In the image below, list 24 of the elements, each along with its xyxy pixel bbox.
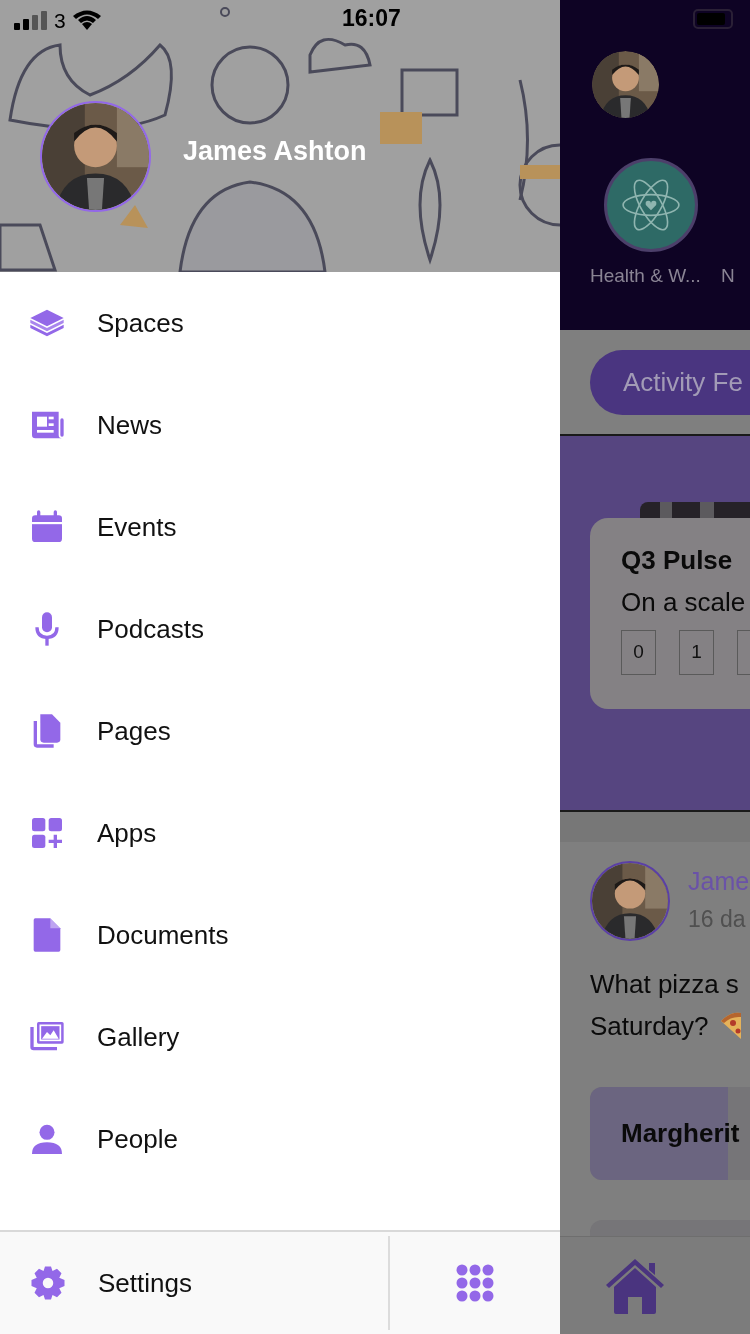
menu-item[interactable]: Spaces — [0, 272, 560, 374]
menu-item[interactable]: People — [0, 1088, 560, 1190]
settings-icon — [30, 1265, 66, 1301]
feed-tab[interactable]: Activity Fe — [590, 349, 750, 415]
battery-icon — [693, 9, 733, 29]
menu-item[interactable]: Apps — [0, 782, 560, 884]
survey-question: On a scale — [621, 586, 747, 618]
menu-item[interactable]: News — [0, 374, 560, 476]
poll-option[interactable]: Margherit — [590, 1087, 750, 1180]
menu-item[interactable]: Podcasts — [0, 578, 560, 680]
post-text: Saturday? — [590, 1010, 709, 1043]
menu-item[interactable]: Gallery — [0, 986, 560, 1088]
space-label: Health & W... — [590, 266, 701, 285]
scale-option[interactable]: 0 — [621, 630, 656, 675]
scale-option[interactable]: 1 — [679, 630, 714, 675]
menu-item[interactable]: Documents — [0, 884, 560, 986]
menu-item[interactable]: Pages — [0, 680, 560, 782]
grid-icon — [456, 1264, 494, 1302]
post-text: What pizza s — [590, 968, 739, 1001]
space-label: N — [720, 266, 735, 285]
menu-item[interactable]: Events — [0, 476, 560, 578]
survey-title: Q3 Pulse — [621, 544, 734, 576]
home-icon[interactable] — [604, 1256, 666, 1315]
option-label: Margherit — [621, 1117, 740, 1149]
